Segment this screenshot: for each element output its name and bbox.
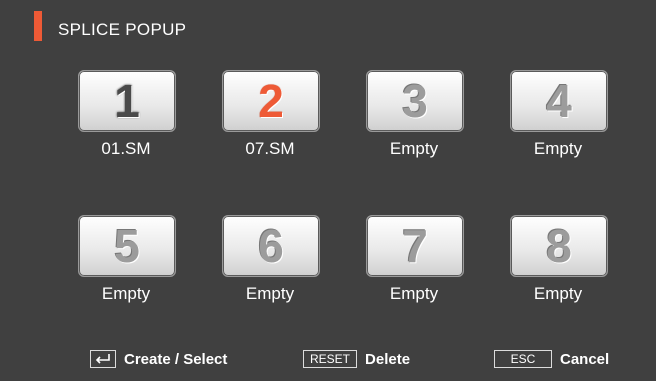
slot-8-number: 8	[546, 220, 572, 272]
cancel-hint[interactable]: ESC Cancel	[494, 350, 609, 368]
enter-icon	[90, 350, 116, 368]
slot-1[interactable]: 1 01.SM	[76, 70, 176, 159]
slot-6-label: Empty	[245, 284, 295, 303]
slot-3-button[interactable]: 3	[366, 70, 464, 132]
slot-4-button[interactable]: 4	[510, 70, 608, 132]
slot-6-number: 6	[258, 220, 284, 272]
esc-key: ESC	[494, 350, 552, 368]
slot-2[interactable]: 2 07.SM	[220, 70, 320, 159]
splice-popup: SPLICE POPUP 1 01.SM 2 07.SM 3 Empty 4 E…	[0, 0, 656, 381]
slot-2-button[interactable]: 2	[222, 70, 320, 132]
slot-2-label: 07.SM	[245, 139, 295, 158]
slot-7-label: Empty	[389, 284, 439, 303]
slot-3-label: Empty	[389, 139, 439, 158]
delete-hint[interactable]: RESET Delete	[303, 350, 410, 368]
slot-4-label: Empty	[533, 139, 583, 158]
slot-5-number: 5	[114, 220, 140, 272]
create-select-label: Create / Select	[124, 350, 228, 368]
slot-8-label: Empty	[533, 284, 583, 303]
slot-5-button[interactable]: 5	[78, 215, 176, 277]
slot-2-number: 2	[258, 75, 284, 127]
slot-1-label: 01.SM	[101, 139, 151, 158]
slot-3[interactable]: 3 Empty	[364, 70, 464, 159]
slot-7-button[interactable]: 7	[366, 215, 464, 277]
slot-6-button[interactable]: 6	[222, 215, 320, 277]
create-select-hint[interactable]: Create / Select	[90, 350, 227, 368]
slot-5-label: Empty	[101, 284, 151, 303]
title-accent-bar	[34, 11, 42, 41]
slot-1-number: 1	[114, 75, 140, 127]
footer-key-hints: Create / Select RESET Delete ESC Cancel	[0, 350, 656, 374]
delete-label: Delete	[365, 350, 411, 368]
slot-8-button[interactable]: 8	[510, 215, 608, 277]
popup-title: SPLICE POPUP	[58, 20, 187, 39]
slot-4[interactable]: 4 Empty	[508, 70, 608, 159]
slot-3-number: 3	[402, 75, 428, 127]
slot-7[interactable]: 7 Empty	[364, 215, 464, 304]
slot-8[interactable]: 8 Empty	[508, 215, 608, 304]
slot-6[interactable]: 6 Empty	[220, 215, 320, 304]
slot-1-button[interactable]: 1	[78, 70, 176, 132]
reset-key: RESET	[303, 350, 358, 368]
slot-4-number: 4	[546, 75, 572, 127]
slot-5[interactable]: 5 Empty	[76, 215, 176, 304]
cancel-label: Cancel	[560, 350, 610, 368]
slot-7-number: 7	[402, 220, 428, 272]
